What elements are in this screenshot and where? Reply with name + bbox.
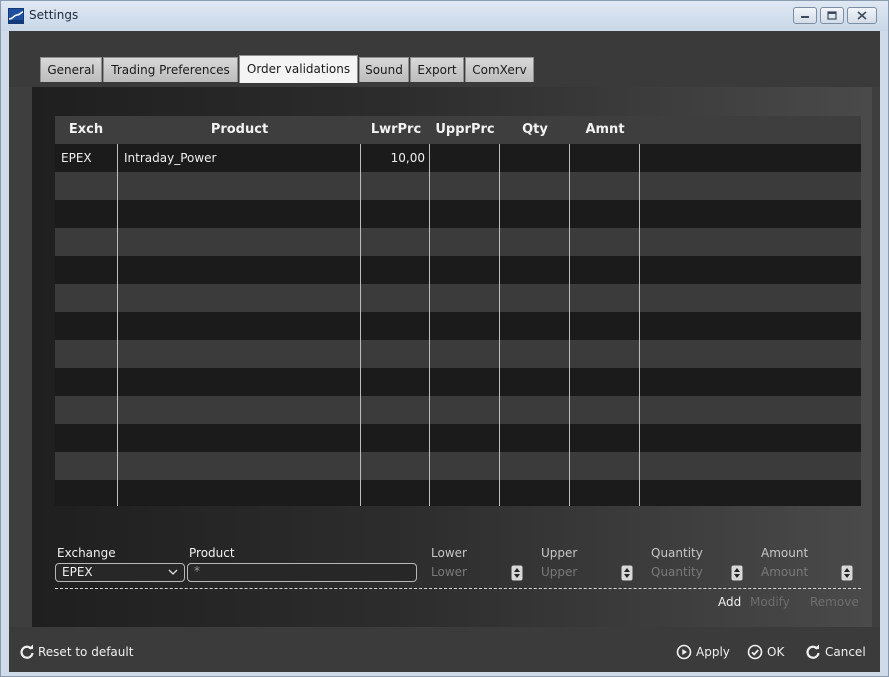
- column-header-lwrprc[interactable]: LwrPrc: [361, 116, 431, 144]
- reset-label: Reset to default: [38, 645, 134, 659]
- quantity-input[interactable]: Quantity: [651, 565, 703, 579]
- cell-qty: [501, 144, 565, 172]
- upper-input[interactable]: Upper: [541, 565, 577, 579]
- empty-row: [55, 340, 861, 368]
- table-body: EPEX Intraday_Power 10,00: [55, 144, 861, 506]
- cell-lwrprc: 10,00: [390, 151, 425, 165]
- check-circle-icon: [747, 644, 763, 660]
- modify-button[interactable]: Modify: [750, 595, 790, 609]
- upper-spinner-icon[interactable]: [621, 565, 633, 581]
- settings-window: Settings General Trading Preferences Ord…: [0, 0, 889, 677]
- form-divider: [55, 588, 861, 589]
- empty-row: [55, 480, 861, 506]
- tab-trading-preferences[interactable]: Trading Preferences: [103, 57, 238, 82]
- title-bar[interactable]: Settings: [1, 1, 888, 31]
- table-row[interactable]: EPEX Intraday_Power 10,00: [55, 144, 861, 172]
- empty-row: [55, 368, 861, 396]
- empty-row: [55, 284, 861, 312]
- column-divider: [639, 144, 640, 506]
- column-divider: [117, 144, 118, 506]
- tab-comxerv[interactable]: ComXerv: [465, 57, 534, 82]
- amount-spinner-icon[interactable]: [841, 565, 853, 581]
- product-label: Product: [189, 546, 235, 560]
- refresh-icon: [806, 644, 820, 659]
- lower-spinner-icon[interactable]: [511, 565, 523, 581]
- quantity-spinner-icon[interactable]: [731, 565, 743, 581]
- empty-row: [55, 452, 861, 480]
- empty-row: [55, 228, 861, 256]
- tab-sound[interactable]: Sound: [359, 57, 409, 82]
- app-icon: [8, 8, 24, 24]
- product-input[interactable]: *: [187, 563, 417, 582]
- cell-amnt: [571, 144, 635, 172]
- column-header-exch[interactable]: Exch: [55, 116, 117, 144]
- maximize-button[interactable]: [820, 7, 844, 24]
- upper-label: Upper: [541, 546, 578, 560]
- dialog-footer: Reset to default Apply OK Cancel: [9, 627, 880, 672]
- exchange-select-value: EPEX: [62, 565, 93, 579]
- column-divider: [429, 144, 430, 506]
- ok-label: OK: [767, 645, 785, 659]
- empty-row: [55, 172, 861, 200]
- column-header-product[interactable]: Product: [118, 116, 361, 144]
- column-header-amnt[interactable]: Amnt: [570, 116, 640, 144]
- play-circle-icon: [676, 644, 692, 660]
- cancel-button[interactable]: Cancel: [805, 643, 871, 661]
- settings-client-area: General Trading Preferences Order valida…: [9, 31, 880, 672]
- reset-to-default-button[interactable]: Reset to default: [19, 643, 149, 661]
- exchange-select[interactable]: EPEX: [55, 563, 185, 582]
- apply-label: Apply: [696, 645, 730, 659]
- cell-upprprc: [431, 144, 495, 172]
- cell-exch: EPEX: [61, 151, 92, 165]
- column-divider: [499, 144, 500, 506]
- window-title: Settings: [29, 8, 79, 22]
- apply-button[interactable]: Apply: [676, 643, 738, 661]
- amount-input[interactable]: Amount: [761, 565, 808, 579]
- validations-table: Exch Product LwrPrc UpprPrc Qty Amnt EPE…: [55, 116, 861, 506]
- chevron-down-icon: [168, 569, 178, 575]
- empty-row: [55, 200, 861, 228]
- remove-button[interactable]: Remove: [810, 595, 859, 609]
- tab-export[interactable]: Export: [410, 57, 464, 82]
- column-header-qty[interactable]: Qty: [500, 116, 570, 144]
- cell-product: Intraday_Power: [124, 151, 217, 165]
- ok-button[interactable]: OK: [747, 643, 787, 661]
- exchange-label: Exchange: [57, 546, 116, 560]
- empty-row: [55, 396, 861, 424]
- lower-label: Lower: [431, 546, 467, 560]
- table-header: Exch Product LwrPrc UpprPrc Qty Amnt: [55, 116, 861, 144]
- minimize-icon: [801, 16, 809, 18]
- column-divider: [569, 144, 570, 506]
- empty-row: [55, 424, 861, 452]
- tab-bar: General Trading Preferences Order valida…: [9, 31, 880, 87]
- quantity-label: Quantity: [651, 546, 703, 560]
- amount-label: Amount: [761, 546, 809, 560]
- close-button[interactable]: [847, 7, 877, 24]
- column-header-upprprc[interactable]: UpprPrc: [430, 116, 500, 144]
- tab-general[interactable]: General: [40, 57, 102, 82]
- tab-order-validations[interactable]: Order validations: [239, 55, 358, 83]
- lower-input[interactable]: Lower: [431, 565, 467, 579]
- refresh-icon: [20, 644, 34, 659]
- maximize-icon: [827, 11, 837, 20]
- empty-row: [55, 256, 861, 284]
- order-validations-panel: Exch Product LwrPrc UpprPrc Qty Amnt EPE…: [32, 87, 872, 627]
- close-icon: [857, 11, 867, 20]
- cancel-label: Cancel: [825, 645, 866, 659]
- column-divider: [360, 144, 361, 506]
- add-button[interactable]: Add: [718, 595, 741, 609]
- minimize-button[interactable]: [793, 7, 817, 24]
- product-input-value: *: [194, 564, 200, 578]
- empty-row: [55, 312, 861, 340]
